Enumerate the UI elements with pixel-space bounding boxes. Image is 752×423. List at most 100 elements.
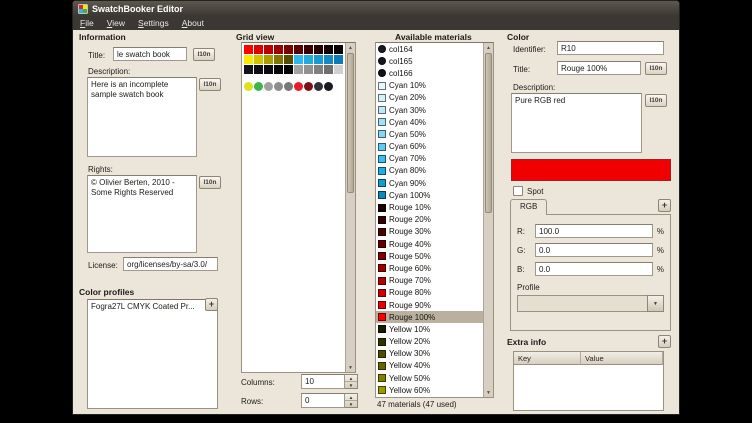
swatch-cell[interactable] [264, 65, 273, 74]
scroll-up-icon[interactable]: ▲ [484, 43, 493, 52]
swatch-cell[interactable] [304, 55, 313, 64]
materials-scrollbar[interactable]: ▲ ▼ [483, 43, 493, 397]
add-extra-button[interactable]: + [658, 335, 671, 348]
menu-view[interactable]: View [107, 18, 125, 28]
material-item[interactable]: Cyan 40% [376, 116, 483, 128]
color-title-l10n-button[interactable]: l10n [645, 62, 667, 75]
swatch-cell[interactable] [324, 82, 333, 91]
scroll-up-icon[interactable]: ▲ [346, 43, 355, 52]
material-item[interactable]: Cyan 20% [376, 92, 483, 104]
material-item[interactable]: Yellow 30% [376, 348, 483, 360]
color-title-input[interactable] [557, 61, 641, 75]
material-item[interactable]: Rouge 70% [376, 275, 483, 287]
grid-scrollbar[interactable]: ▲ ▼ [345, 43, 355, 372]
material-item[interactable]: Rouge 40% [376, 238, 483, 250]
swatch-cell[interactable] [264, 82, 273, 91]
swatch-cell[interactable] [274, 45, 283, 54]
swatch-cell[interactable] [304, 45, 313, 54]
swatch-cell[interactable] [244, 65, 253, 74]
swatch-cell[interactable] [314, 45, 323, 54]
color-profile-item[interactable]: Fogra27L CMYK Coated Pr... [88, 300, 217, 313]
license-input[interactable] [123, 257, 218, 271]
swatch-cell[interactable] [254, 82, 263, 91]
color-profiles-list[interactable]: Fogra27L CMYK Coated Pr... [87, 299, 218, 409]
profile-combobox[interactable]: ▼ [517, 295, 664, 312]
title-l10n-button[interactable]: l10n [193, 48, 215, 61]
swatch-cell[interactable] [294, 82, 303, 91]
material-item[interactable]: Rouge 80% [376, 287, 483, 299]
material-item[interactable]: Cyan 60% [376, 141, 483, 153]
spot-checkbox[interactable] [513, 186, 523, 196]
swatch-cell[interactable] [274, 82, 283, 91]
swatch-cell[interactable] [244, 45, 253, 54]
columns-input[interactable] [301, 374, 345, 389]
add-profile-button[interactable]: + [205, 298, 218, 311]
materials-scrollbar-thumb[interactable] [485, 53, 492, 213]
rights-l10n-button[interactable]: l10n [199, 176, 221, 189]
swatch-cell[interactable] [264, 45, 273, 54]
material-item[interactable]: Yellow 10% [376, 323, 483, 335]
material-item[interactable]: col165 [376, 55, 483, 67]
channel-value-input[interactable] [535, 262, 653, 276]
swatch-cell[interactable] [274, 65, 283, 74]
profile-combo-value[interactable] [517, 295, 647, 312]
swatch-cell[interactable] [284, 65, 293, 74]
material-item[interactable]: Yellow 40% [376, 360, 483, 372]
swatch-cell[interactable] [334, 55, 343, 64]
swatch-cell[interactable] [304, 82, 313, 91]
swatch-cell[interactable] [274, 55, 283, 64]
swatch-cell[interactable] [254, 65, 263, 74]
menu-about[interactable]: About [182, 18, 204, 28]
scroll-down-icon[interactable]: ▼ [346, 363, 355, 372]
identifier-input[interactable] [557, 41, 664, 55]
material-item[interactable]: col166 [376, 67, 483, 79]
material-item[interactable]: Rouge 30% [376, 226, 483, 238]
grid-scrollbar-thumb[interactable] [347, 53, 354, 193]
material-item[interactable]: Cyan 50% [376, 128, 483, 140]
material-item[interactable]: Cyan 30% [376, 104, 483, 116]
material-item[interactable]: Cyan 100% [376, 189, 483, 201]
extra-column-header[interactable]: Value [581, 352, 663, 365]
swatch-cell[interactable] [264, 55, 273, 64]
material-item[interactable]: Rouge 20% [376, 214, 483, 226]
window-titlebar[interactable]: SwatchBooker Editor [73, 1, 679, 16]
swatch-cell[interactable] [324, 55, 333, 64]
add-attribute-button[interactable]: + [658, 199, 671, 212]
rows-input[interactable] [301, 393, 345, 408]
spin-down-button[interactable]: ▼ [345, 381, 357, 388]
menu-settings[interactable]: Settings [138, 18, 169, 28]
rgb-tab[interactable]: RGB [510, 199, 547, 215]
description-l10n-button[interactable]: l10n [199, 78, 221, 91]
swatch-cell[interactable] [244, 82, 253, 91]
material-item[interactable]: Yellow 60% [376, 384, 483, 396]
title-input[interactable] [113, 47, 187, 61]
spin-down-button[interactable]: ▼ [345, 400, 357, 407]
material-item[interactable]: Rouge 60% [376, 262, 483, 274]
swatch-cell[interactable] [244, 55, 253, 64]
swatch-cell[interactable] [324, 45, 333, 54]
material-item[interactable]: col164 [376, 43, 483, 55]
scroll-down-icon[interactable]: ▼ [484, 388, 493, 397]
dropdown-arrow-icon[interactable]: ▼ [647, 295, 664, 312]
material-item[interactable]: Rouge 10% [376, 201, 483, 213]
material-item[interactable]: Yellow 50% [376, 372, 483, 384]
description-textarea[interactable] [87, 77, 197, 157]
swatch-cell[interactable] [294, 45, 303, 54]
channel-value-input[interactable] [535, 224, 653, 238]
color-description-textarea[interactable] [511, 93, 642, 153]
material-item[interactable]: Cyan 90% [376, 177, 483, 189]
channel-value-input[interactable] [535, 243, 653, 257]
swatch-cell[interactable] [284, 82, 293, 91]
swatch-cell[interactable] [304, 65, 313, 74]
swatch-cell[interactable] [334, 45, 343, 54]
material-item[interactable]: Rouge 90% [376, 299, 483, 311]
swatch-cell[interactable] [294, 55, 303, 64]
swatch-cell[interactable] [254, 45, 263, 54]
color-description-l10n-button[interactable]: l10n [645, 94, 667, 107]
swatch-cell[interactable] [314, 65, 323, 74]
swatch-cell[interactable] [284, 55, 293, 64]
swatch-cell[interactable] [314, 55, 323, 64]
material-item[interactable]: Cyan 80% [376, 165, 483, 177]
material-item[interactable]: Rouge 100% [376, 311, 483, 323]
swatch-cell[interactable] [284, 45, 293, 54]
